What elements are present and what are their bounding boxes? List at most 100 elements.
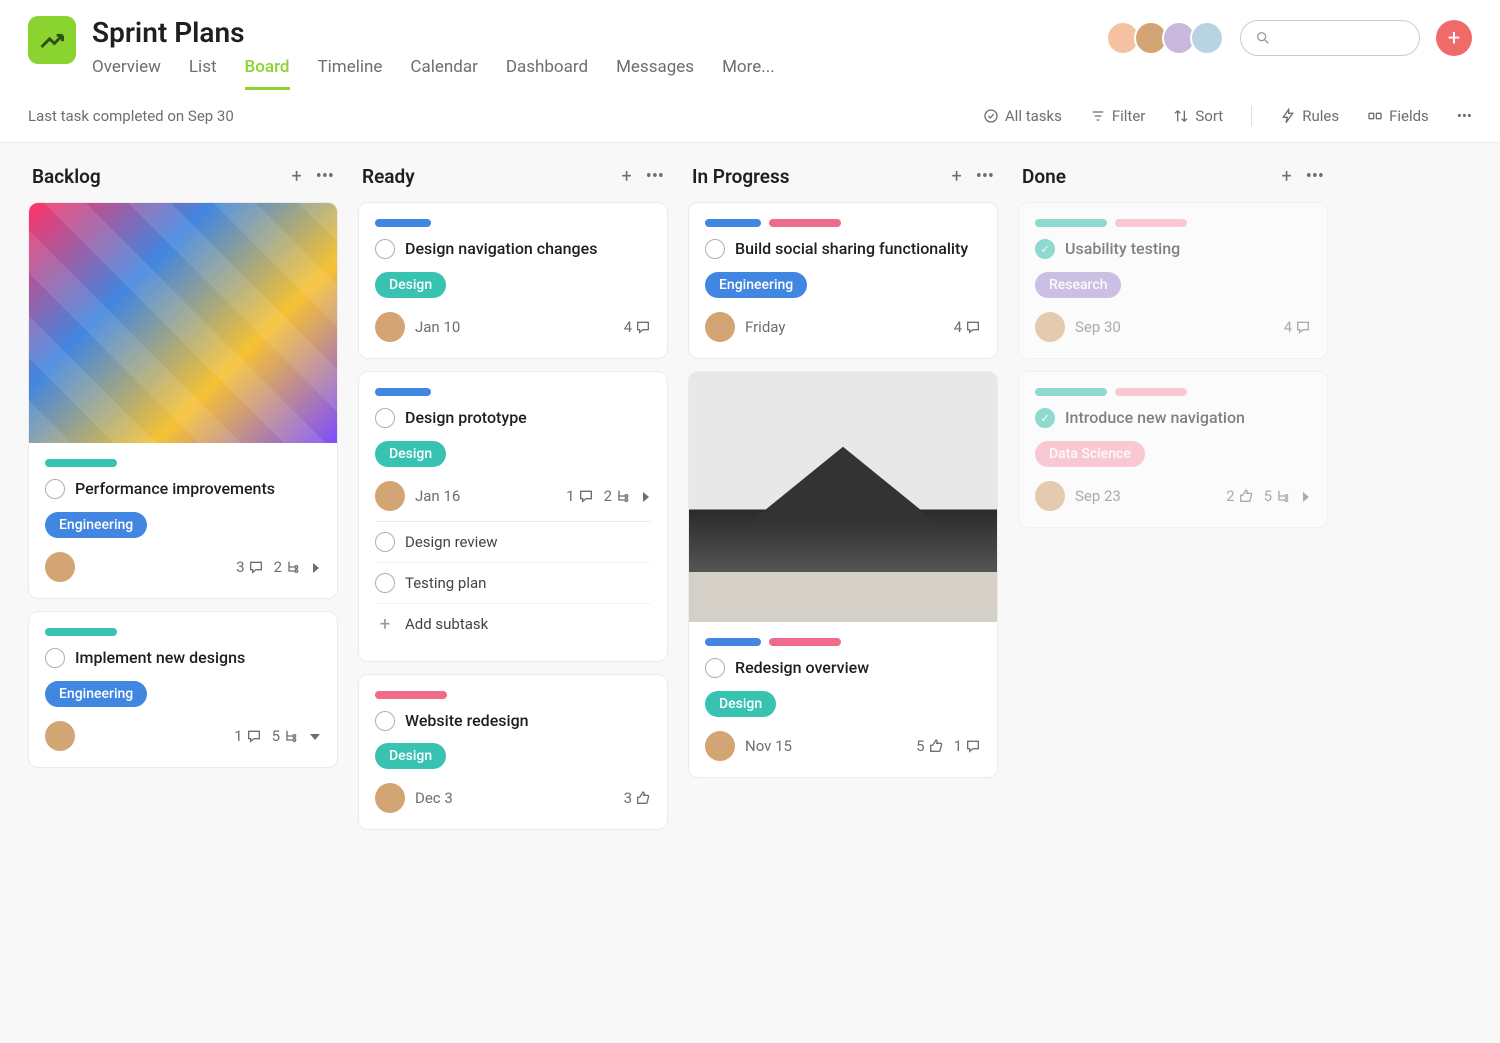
complete-check-icon[interactable] [375,408,395,428]
complete-check-icon[interactable] [45,479,65,499]
add-subtask-button[interactable]: +Add subtask [375,604,651,645]
check-circle-icon [983,108,999,124]
tab-board[interactable]: Board [245,57,290,90]
subtask-count[interactable]: 2 [274,558,301,576]
tab-dashboard[interactable]: Dashboard [506,57,588,90]
rules-button[interactable]: Rules [1280,107,1339,125]
task-card[interactable]: Implement new designsEngineering1 5 [28,611,338,768]
tab-more[interactable]: More... [722,57,775,90]
like-count[interactable]: 3 [624,789,651,807]
tab-calendar[interactable]: Calendar [410,57,477,90]
expand-chevron-icon[interactable] [641,487,651,505]
task-card[interactable]: ✓Usability testingResearchSep 304 [1018,202,1328,359]
task-card[interactable]: Build social sharing functionalityEngine… [688,202,998,359]
pill [705,638,761,646]
more-button[interactable]: ••• [1457,107,1472,125]
column-more-button[interactable]: ••• [976,166,994,187]
assignee-avatar[interactable] [705,312,735,342]
card-counts: 4 [954,318,981,336]
task-tag[interactable]: Engineering [45,681,147,707]
add-card-button[interactable]: + [622,166,632,187]
assignee-avatar[interactable] [705,731,735,761]
assignee-avatar[interactable] [1035,312,1065,342]
like-count[interactable]: 5 [916,737,943,755]
project-icon[interactable] [28,16,76,64]
comment-count[interactable]: 1 [954,737,981,755]
assignee-avatar[interactable] [1035,481,1065,511]
complete-check-icon[interactable]: ✓ [1035,408,1055,428]
card-counts: 3 2 [236,558,321,576]
like-count[interactable]: 2 [1226,487,1253,505]
complete-check-icon[interactable] [705,658,725,678]
pill [375,219,431,227]
complete-check-icon[interactable] [375,711,395,731]
add-card-button[interactable]: + [952,166,962,187]
comment-count[interactable]: 1 [566,487,593,505]
subtask-count[interactable]: 5 [1264,487,1291,505]
subtask-count[interactable]: 5 [272,727,299,745]
task-tag[interactable]: Engineering [45,512,147,538]
header: Sprint Plans OverviewListBoardTimelineCa… [0,0,1500,90]
card-pills [45,628,321,636]
sort-button[interactable]: Sort [1173,107,1223,125]
assignee-avatar[interactable] [45,721,75,751]
task-tag[interactable]: Design [375,441,446,467]
complete-check-icon[interactable] [45,648,65,668]
comment-count[interactable]: 1 [234,727,261,745]
expand-chevron-icon[interactable] [1301,487,1311,505]
avatar[interactable] [1190,21,1224,55]
task-card[interactable]: Performance improvementsEngineering3 2 [28,202,338,599]
fields-button[interactable]: Fields [1367,107,1429,125]
task-card[interactable]: ✓Introduce new navigationData ScienceSep… [1018,371,1328,528]
assignee-avatar[interactable] [375,481,405,511]
add-card-button[interactable]: + [292,166,302,187]
search-input[interactable] [1240,20,1420,56]
complete-check-icon[interactable] [705,239,725,259]
task-tag[interactable]: Design [375,272,446,298]
column-more-button[interactable]: ••• [646,166,664,187]
complete-check-icon[interactable] [375,239,395,259]
task-card[interactable]: Website redesignDesignDec 33 [358,674,668,831]
tab-messages[interactable]: Messages [616,57,694,90]
member-avatars[interactable] [1112,21,1224,55]
assignee-avatar[interactable] [375,312,405,342]
complete-check-icon[interactable]: ✓ [1035,239,1055,259]
card-counts: 4 [1284,318,1311,336]
subtask-count[interactable]: 2 [604,487,631,505]
subtask-row[interactable]: Design review [375,522,651,563]
task-tag[interactable]: Design [375,743,446,769]
check-icon[interactable] [375,532,395,552]
column-title: In Progress [692,165,790,188]
card-pills [705,638,981,646]
task-card[interactable]: Design navigation changesDesignJan 104 [358,202,668,359]
column-more-button[interactable]: ••• [1306,166,1324,187]
pill [1115,388,1187,396]
comment-count[interactable]: 3 [236,558,263,576]
check-icon[interactable] [375,573,395,593]
card-pills [1035,388,1311,396]
column-more-button[interactable]: ••• [316,166,334,187]
add-card-button[interactable]: + [1282,166,1292,187]
task-tag[interactable]: Data Science [1035,441,1145,467]
all-tasks-button[interactable]: All tasks [983,107,1062,125]
tab-timeline[interactable]: Timeline [318,57,383,90]
assignee-avatar[interactable] [375,783,405,813]
assignee-avatar[interactable] [45,552,75,582]
subtask-row[interactable]: Testing plan [375,563,651,604]
task-tag[interactable]: Engineering [705,272,807,298]
expand-chevron-icon[interactable] [311,558,321,576]
task-card[interactable]: Design prototypeDesignJan 161 2 Design r… [358,371,668,662]
tab-overview[interactable]: Overview [92,57,161,90]
add-button[interactable]: + [1436,20,1472,56]
task-tag[interactable]: Research [1035,272,1121,298]
task-tag[interactable]: Design [705,691,776,717]
task-card[interactable]: Redesign overviewDesignNov 155 1 [688,371,998,778]
comment-count[interactable]: 4 [954,318,981,336]
dropdown-caret-icon[interactable] [309,727,321,745]
filter-button[interactable]: Filter [1090,107,1146,125]
comment-count[interactable]: 4 [1284,318,1311,336]
comment-count[interactable]: 4 [624,318,651,336]
card-pills [375,388,651,396]
board: Backlog+•••Performance improvementsEngin… [0,143,1500,1043]
tab-list[interactable]: List [189,57,217,90]
